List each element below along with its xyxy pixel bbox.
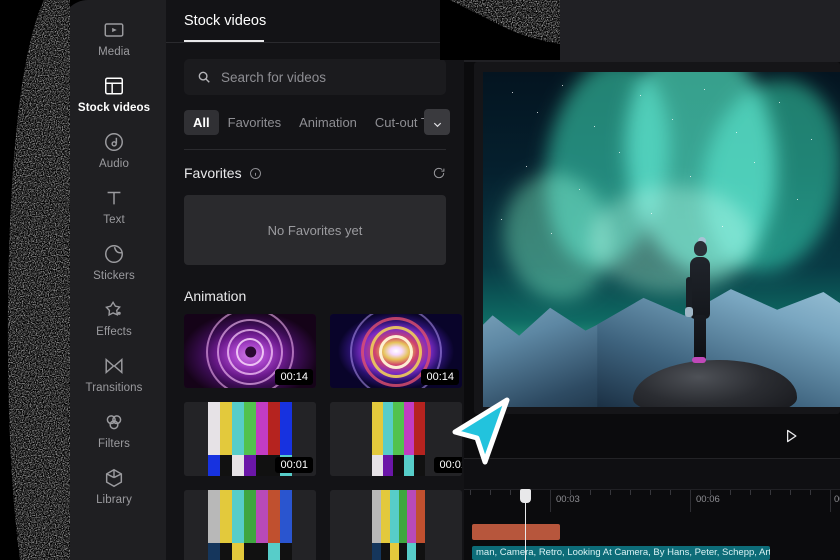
timeline-toolbar — [464, 459, 840, 489]
sidebar-item-label: Media — [98, 46, 130, 58]
play-icon[interactable] — [782, 427, 800, 445]
preview-frame — [474, 62, 840, 414]
window-edge-noise-left — [0, 0, 70, 560]
tab-cut-out[interactable]: Cut-out T — [366, 110, 428, 135]
search-placeholder: Search for videos — [221, 69, 327, 85]
stock-videos-icon — [103, 75, 125, 97]
ruler-label: 00:06 — [696, 494, 720, 505]
favorites-empty-state: No Favorites yet — [184, 195, 446, 265]
editor-top-bar — [464, 0, 840, 62]
thumbnail-duration: 00:14 — [421, 369, 459, 385]
thumbnail-color-bars-d[interactable] — [330, 490, 462, 560]
thumbnail-heart-rainbow[interactable]: 00:14 — [330, 314, 462, 388]
filters-icon — [103, 411, 125, 433]
stickers-icon — [103, 243, 125, 265]
sidebar-item-audio[interactable]: Audio — [62, 122, 166, 178]
search-icon — [197, 70, 211, 84]
timeline-clip-audio[interactable] — [472, 524, 560, 540]
thumbnail-duration: 00:01 — [275, 457, 313, 473]
sidebar-item-label: Audio — [99, 158, 129, 170]
tabs-divider — [184, 149, 446, 150]
playhead-handle[interactable] — [520, 489, 531, 503]
favorites-empty-text: No Favorites yet — [267, 222, 363, 238]
thumbnail-color-bars-c[interactable] — [184, 490, 316, 560]
text-icon — [103, 187, 125, 209]
timeline-clip-video[interactable]: man, Camera, Retro, Looking At Camera, B… — [472, 546, 770, 560]
preview-person — [684, 231, 715, 364]
tab-all[interactable]: All — [184, 110, 219, 135]
sidebar-item-label: Effects — [96, 326, 132, 338]
sidebar-item-media[interactable]: Media — [62, 10, 166, 66]
ruler-label: 00:0 — [834, 494, 840, 505]
timeline-clip-label: man, Camera, Retro, Looking At Camera, B… — [476, 547, 770, 558]
sidebar-item-text[interactable]: Text — [62, 178, 166, 234]
refresh-icon[interactable] — [432, 166, 446, 180]
panel-header: Stock videos — [166, 0, 464, 40]
left-nav-rail: Media Stock videos Audio Text Stickers E… — [62, 0, 166, 560]
search-container: Search for videos — [184, 59, 446, 95]
color-bars — [372, 402, 426, 476]
tab-animation[interactable]: Animation — [290, 110, 366, 135]
transitions-icon — [103, 355, 125, 377]
editor-area: 00:03 00:06 00:0 man, Camera, Retro, Loo… — [464, 0, 840, 560]
info-icon[interactable] — [249, 167, 262, 180]
chevron-down-icon — [432, 117, 443, 128]
media-icon — [103, 19, 125, 41]
tab-favorites[interactable]: Favorites — [219, 110, 290, 135]
search-input[interactable]: Search for videos — [184, 59, 446, 95]
sidebar-item-label: Filters — [97, 438, 130, 450]
sidebar-item-effects[interactable]: Effects — [62, 290, 166, 346]
library-icon — [103, 467, 125, 489]
animation-grid: 00:14 00:14 00:01 00:0 — [184, 314, 464, 560]
sidebar-item-label: Stock videos — [77, 102, 151, 114]
aurora-band — [590, 185, 755, 294]
app-root: Media Stock videos Audio Text Stickers E… — [0, 0, 840, 560]
sidebar-item-filters[interactable]: Filters — [62, 402, 166, 458]
sidebar-item-stock-videos[interactable]: Stock videos — [62, 66, 166, 122]
header-divider — [166, 42, 464, 43]
sidebar-item-transitions[interactable]: Transitions — [62, 346, 166, 402]
sidebar-item-label: Library — [96, 494, 132, 506]
ruler-label: 00:03 — [556, 494, 580, 505]
audio-icon — [103, 131, 125, 153]
effects-icon — [103, 299, 125, 321]
sidebar-item-library[interactable]: Library — [62, 458, 166, 514]
sidebar-item-label: Text — [103, 214, 125, 226]
tabs-overflow-button[interactable] — [424, 109, 450, 135]
preview-controls — [464, 414, 840, 458]
category-tabs: All Favorites Animation Cut-out T — [184, 109, 450, 135]
color-bars — [207, 490, 293, 560]
sidebar-item-stickers[interactable]: Stickers — [62, 234, 166, 290]
favorites-header: Favorites — [184, 165, 446, 181]
sidebar-item-label: Stickers — [93, 270, 135, 282]
thumbnail-heart-pink[interactable]: 00:14 — [184, 314, 316, 388]
favorites-heading: Favorites — [184, 165, 242, 181]
thumbnail-color-bars-a[interactable]: 00:01 — [184, 402, 316, 476]
thumbnail-duration: 00:01 — [434, 457, 462, 473]
sidebar-item-label: Transitions — [85, 382, 143, 394]
page-title: Stock videos — [184, 13, 267, 29]
color-bars — [372, 490, 426, 560]
thumbnail-duration: 00:14 — [275, 369, 313, 385]
video-preview[interactable] — [483, 72, 840, 407]
stock-videos-panel: Stock videos Search for videos All Favor… — [166, 0, 464, 560]
animation-heading: Animation — [184, 288, 247, 304]
thumbnail-color-bars-b[interactable]: 00:01 — [330, 402, 462, 476]
